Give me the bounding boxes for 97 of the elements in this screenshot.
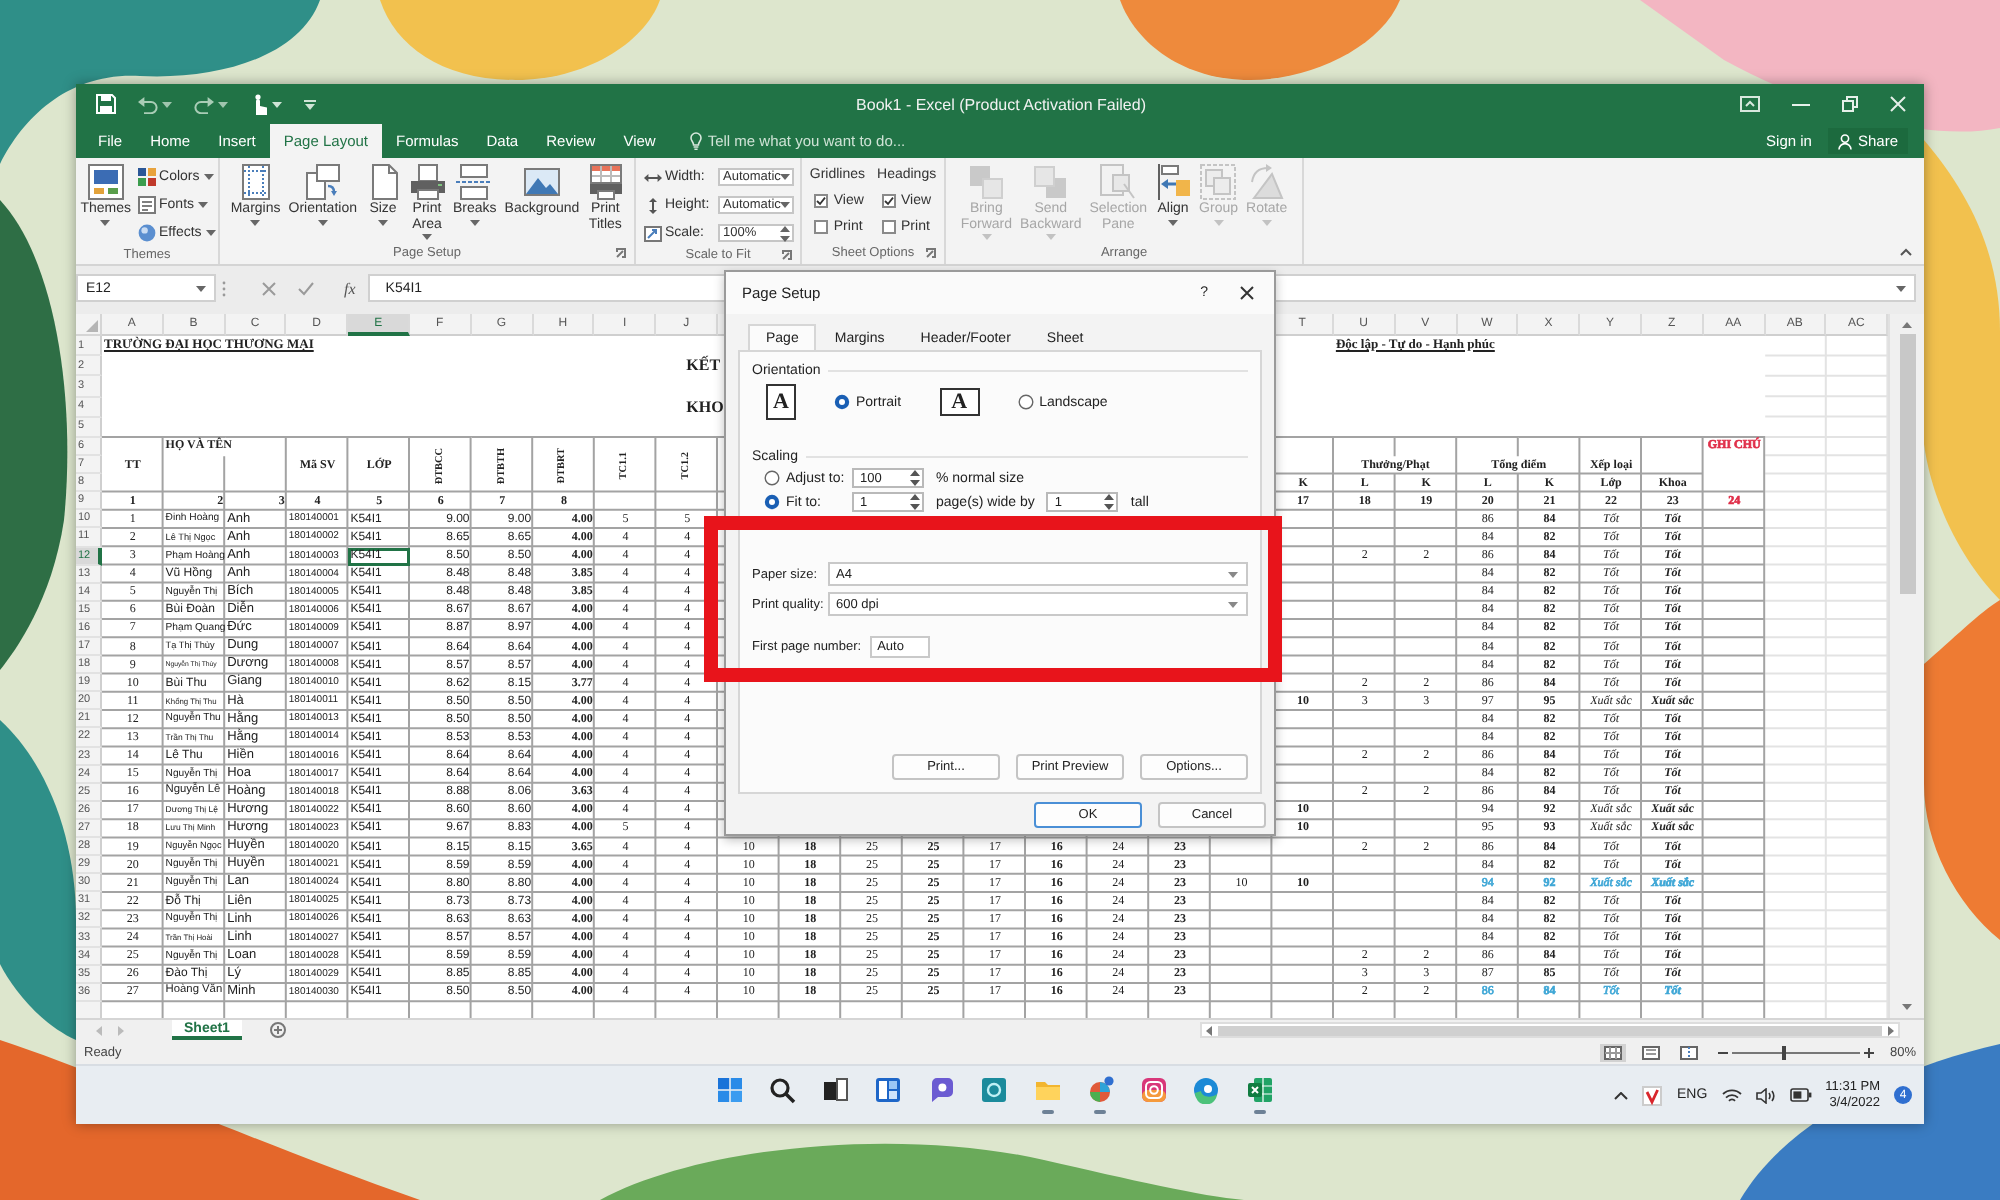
page-preview: A bbox=[939, 388, 980, 416]
page-layout-icon[interactable] bbox=[1637, 1043, 1664, 1061]
caret-icon bbox=[780, 202, 791, 208]
rotate-triangle-icon bbox=[1248, 164, 1285, 200]
arrow-down-icon[interactable] bbox=[1902, 1004, 1913, 1010]
slider-thumb[interactable] bbox=[1781, 1045, 1786, 1059]
scroll-thumb[interactable] bbox=[1899, 334, 1916, 594]
spinner-icon[interactable] bbox=[910, 470, 920, 486]
arrow-left-icon[interactable] bbox=[1206, 1025, 1212, 1035]
stacked-squares-icon bbox=[968, 164, 1005, 200]
caret-icon bbox=[272, 101, 282, 107]
plus-icon[interactable] bbox=[1863, 1047, 1874, 1057]
function-button[interactable]: fx bbox=[344, 274, 356, 302]
caret-icon bbox=[203, 174, 214, 180]
page-break-icon bbox=[456, 164, 493, 200]
horizontal-scrollbar[interactable] bbox=[1200, 1022, 1900, 1038]
caret-icon bbox=[198, 202, 209, 208]
chevron-up-icon[interactable] bbox=[1900, 248, 1912, 256]
customize-icon[interactable] bbox=[304, 99, 316, 109]
undo-icon[interactable] bbox=[138, 95, 158, 113]
caret-icon bbox=[1228, 601, 1238, 607]
battery-icon[interactable] bbox=[1789, 1088, 1812, 1102]
spinner-icon[interactable] bbox=[779, 225, 789, 241]
checkbox[interactable] bbox=[813, 220, 828, 234]
scroll-thumb[interactable] bbox=[1218, 1025, 1882, 1035]
dashed-squares-icon bbox=[1200, 164, 1237, 200]
pane-icon bbox=[1100, 164, 1137, 200]
caret-icon bbox=[1228, 571, 1238, 577]
ribbon-options-icon[interactable] bbox=[1740, 96, 1761, 112]
align-icon bbox=[1155, 164, 1192, 200]
caret-icon bbox=[196, 285, 206, 291]
checkbox[interactable] bbox=[881, 220, 896, 234]
wifi-icon[interactable] bbox=[1721, 1087, 1742, 1103]
app-tile-icon[interactable] bbox=[980, 1076, 1008, 1105]
speaker-icon[interactable] bbox=[1755, 1087, 1776, 1103]
theme-tile-icon bbox=[87, 164, 124, 200]
tick-icon bbox=[883, 196, 894, 206]
round-app-icon[interactable] bbox=[1086, 1076, 1114, 1105]
save-icon[interactable] bbox=[96, 94, 116, 114]
page-preview: A bbox=[766, 384, 796, 420]
scale-icon bbox=[643, 225, 661, 241]
font-box-icon bbox=[137, 196, 156, 214]
radio-icon[interactable] bbox=[764, 494, 780, 510]
pages-icon bbox=[304, 164, 341, 200]
spreadsheet-icon[interactable] bbox=[1245, 1076, 1273, 1105]
minus-icon[interactable] bbox=[1717, 1047, 1728, 1057]
arrow-right-icon[interactable] bbox=[1888, 1025, 1894, 1035]
plus-circle-icon[interactable] bbox=[269, 1022, 286, 1038]
radio-icon[interactable] bbox=[1017, 394, 1034, 410]
sphere-icon bbox=[137, 224, 156, 242]
picture-icon bbox=[523, 164, 560, 200]
check-icon[interactable] bbox=[298, 281, 314, 295]
window-title: Book1 - Excel (Product Activation Failed) bbox=[856, 95, 1146, 113]
chat-bubble-icon[interactable] bbox=[927, 1076, 955, 1105]
width-icon bbox=[643, 169, 661, 185]
redo-icon[interactable] bbox=[194, 95, 214, 113]
close-icon[interactable] bbox=[1240, 286, 1254, 300]
browser-swirl-icon[interactable] bbox=[1192, 1076, 1220, 1105]
grid-icon[interactable] bbox=[1599, 1043, 1626, 1061]
check-tile-icon[interactable] bbox=[1642, 1085, 1663, 1105]
corner-triangle-icon bbox=[86, 320, 98, 332]
chevron-up-icon[interactable] bbox=[1614, 1091, 1629, 1099]
hand-icon[interactable] bbox=[250, 93, 268, 115]
minimize-icon[interactable] bbox=[1792, 99, 1811, 109]
caret-icon bbox=[218, 101, 228, 107]
spinner-icon[interactable] bbox=[1104, 494, 1115, 510]
printer-icon bbox=[409, 164, 445, 200]
stacked-squares-icon bbox=[1032, 164, 1069, 200]
heading-text: KHO bbox=[686, 399, 724, 416]
arrow-up-icon[interactable] bbox=[1902, 322, 1913, 328]
checkbox[interactable] bbox=[881, 194, 896, 208]
tick-icon bbox=[815, 196, 826, 206]
camera-icon[interactable] bbox=[1139, 1076, 1167, 1105]
caret-icon bbox=[205, 230, 216, 236]
spinner-icon[interactable] bbox=[910, 494, 920, 510]
page-margins-icon bbox=[237, 164, 274, 200]
launcher-icon[interactable] bbox=[616, 248, 626, 258]
page-preview-icon[interactable] bbox=[1675, 1043, 1702, 1061]
launcher-icon[interactable] bbox=[926, 248, 936, 258]
radio-icon[interactable] bbox=[834, 394, 850, 410]
vertical-scrollbar[interactable] bbox=[1888, 314, 1924, 1018]
launcher-icon[interactable] bbox=[782, 250, 792, 260]
caret-icon bbox=[162, 101, 172, 107]
split-tiles-icon[interactable] bbox=[874, 1076, 902, 1105]
radio-icon[interactable] bbox=[764, 470, 780, 486]
lightbulb-icon bbox=[689, 132, 702, 150]
table-printer-icon bbox=[587, 164, 624, 200]
restore-icon[interactable] bbox=[1842, 96, 1859, 112]
four-tiles-icon[interactable] bbox=[715, 1076, 743, 1105]
search-icon[interactable] bbox=[768, 1076, 796, 1105]
palette-icon bbox=[137, 168, 156, 186]
caret-icon bbox=[1896, 285, 1906, 291]
caret-icon bbox=[780, 174, 791, 180]
overlapping-windows-icon[interactable] bbox=[821, 1076, 849, 1105]
checkbox[interactable] bbox=[813, 194, 828, 208]
heading-text: KẾT bbox=[686, 358, 721, 375]
person-icon bbox=[1837, 133, 1852, 149]
